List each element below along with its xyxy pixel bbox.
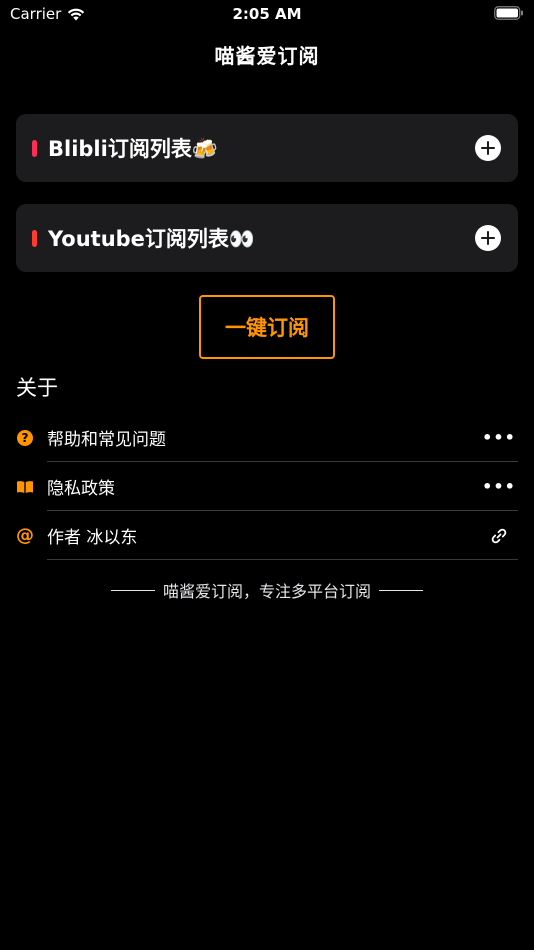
at-icon: @ [16, 524, 34, 546]
page-title: 喵酱爱订阅 [214, 44, 320, 68]
status-bar: Carrier 2:05 AM [0, 0, 534, 30]
card-accent-marker [32, 139, 37, 157]
more-icon[interactable]: ••• [482, 429, 516, 446]
author-label: 作者 冰以东 [47, 528, 138, 548]
add-bilibili-icon[interactable] [475, 135, 501, 161]
link-icon[interactable] [490, 527, 508, 545]
about-section-title: 关于 [16, 376, 58, 400]
app-screen: Carrier 2:05 AM 喵酱爱订阅 Blibli订阅列表🍻 Youtub… [0, 0, 534, 950]
status-time: 2:05 AM [232, 5, 302, 23]
help-faq-row[interactable]: ? 帮助和常见问题 ••• [0, 413, 534, 462]
youtube-subscription-card[interactable]: Youtube订阅列表👀 [16, 204, 518, 272]
add-youtube-icon[interactable] [475, 225, 501, 251]
footer-tagline: 喵酱爱订阅，专注多平台订阅 [0, 578, 534, 602]
bilibili-subscription-card[interactable]: Blibli订阅列表🍻 [16, 114, 518, 182]
question-circle-icon: ? [17, 429, 33, 446]
youtube-list-title: Youtube订阅列表👀 [48, 227, 256, 251]
row-divider [47, 559, 518, 560]
footer-divider-left [110, 589, 155, 591]
one-click-subscribe-button[interactable]: 一键订阅 [199, 295, 335, 359]
help-faq-label: 帮助和常见问题 [47, 430, 166, 450]
bilibili-list-title: Blibli订阅列表🍻 [48, 137, 218, 161]
card-accent-marker [32, 229, 37, 247]
book-icon [17, 480, 33, 493]
privacy-policy-label: 隐私政策 [47, 479, 115, 499]
privacy-policy-row[interactable]: 隐私政策 ••• [0, 462, 534, 511]
more-icon[interactable]: ••• [482, 478, 516, 495]
battery-icon [494, 6, 523, 20]
author-row[interactable]: @ 作者 冰以东 [0, 511, 534, 560]
footer-text: 喵酱爱订阅，专注多平台订阅 [162, 582, 371, 601]
footer-divider-right [379, 589, 423, 591]
